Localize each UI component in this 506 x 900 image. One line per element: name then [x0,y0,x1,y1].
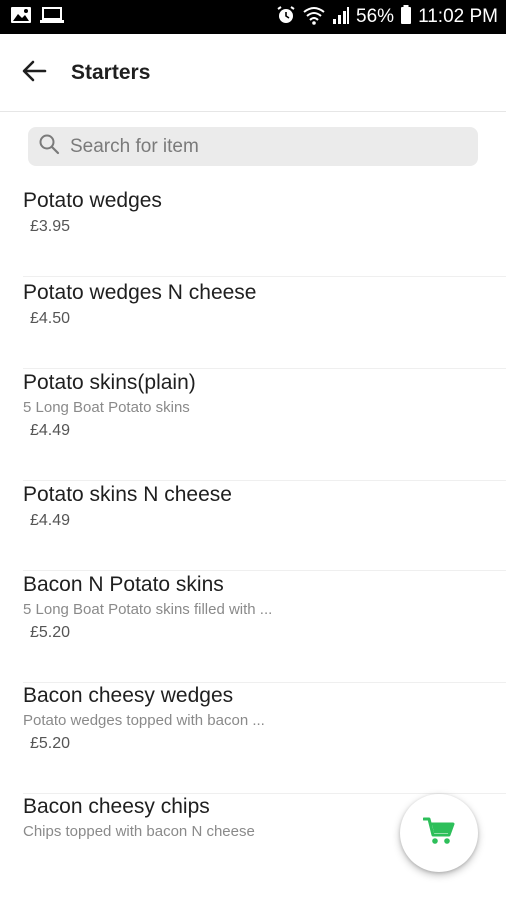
item-name: Potato wedges [23,189,162,212]
alarm-icon [276,5,296,30]
divider [23,276,506,277]
back-button[interactable] [14,56,54,90]
page-title: Starters [71,61,151,84]
list-item[interactable]: Potato wedges N cheese £4.50 [0,280,506,369]
list-item[interactable]: Potato skins N cheese £4.49 [0,482,506,571]
clock: 11:02 PM [418,6,498,27]
item-price: £4.49 [30,422,71,439]
item-description: Potato wedges topped with bacon ... [23,712,265,729]
item-price: £4.50 [30,310,71,327]
list-item[interactable]: Bacon cheesy wedges Potato wedges topped… [0,683,506,794]
app-bar: Starters [0,34,506,112]
item-name: Potato skins(plain) [23,371,196,394]
battery-percent: 56% [356,6,395,27]
search-bar[interactable] [28,127,478,166]
item-name: Bacon cheesy wedges [23,684,234,707]
status-bar: 56% 11:02 PM [0,0,506,34]
item-price: £5.20 [30,735,71,752]
divider [23,570,506,571]
item-description: 5 Long Boat Potato skins [23,399,190,416]
signal-icon [332,5,350,30]
list-item[interactable]: Potato wedges £3.95 [0,188,506,277]
item-price: £4.49 [30,512,71,529]
battery-icon [400,4,412,30]
cart-icon [422,816,455,851]
divider [23,480,506,481]
item-description: 5 Long Boat Potato skins filled with ... [23,601,273,618]
item-price: £5.20 [30,624,71,641]
image-icon [10,6,32,29]
laptop-icon [40,6,64,29]
divider [23,368,506,369]
item-name: Potato wedges N cheese [23,281,257,304]
item-name: Potato skins N cheese [23,483,232,506]
list-item[interactable]: Potato skins(plain) 5 Long Boat Potato s… [0,370,506,481]
item-price: £3.95 [30,218,71,235]
list-item[interactable]: Bacon N Potato skins 5 Long Boat Potato … [0,572,506,683]
search-icon [38,133,60,160]
item-name: Bacon N Potato skins [23,573,224,596]
cart-button[interactable] [400,794,478,872]
search-input[interactable] [68,134,462,159]
arrow-back-icon [21,59,47,88]
wifi-icon [302,5,326,30]
